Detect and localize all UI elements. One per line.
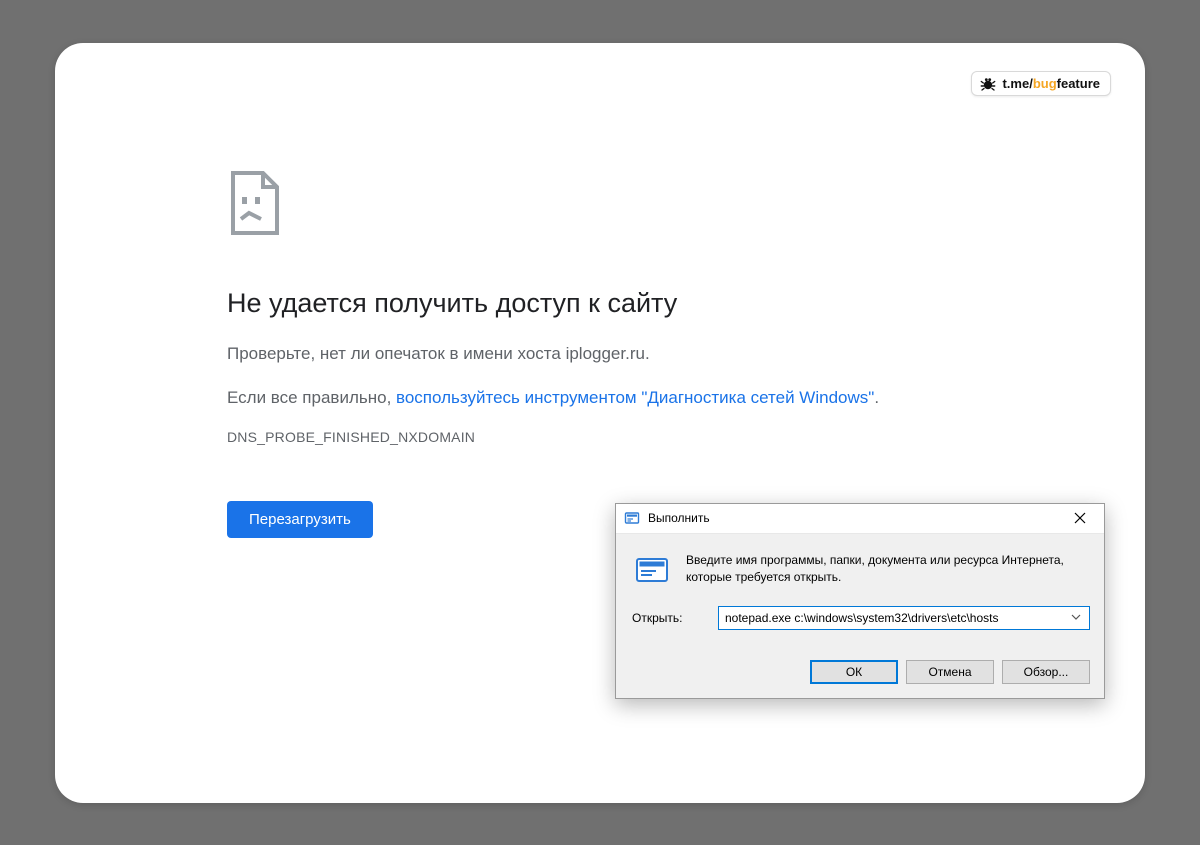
badge-text: t.me/bugfeature: [1002, 76, 1100, 91]
content-card: t.me/bugfeature Не удается получить дост…: [55, 43, 1145, 803]
run-command-combobox[interactable]: [718, 606, 1090, 630]
ok-button[interactable]: ОК: [810, 660, 898, 684]
close-icon: [1074, 512, 1086, 524]
windows-diagnostics-link[interactable]: воспользуйтесь инструментом "Диагностика…: [396, 388, 874, 407]
error-diagnostic-line: Если все правильно, воспользуйтесь инстр…: [227, 385, 1027, 411]
chevron-down-icon[interactable]: [1067, 612, 1085, 623]
error-line2-prefix: Если все правильно,: [227, 388, 396, 407]
run-open-label: Открыть:: [632, 611, 704, 625]
run-description: Введите имя программы, папки, документа …: [686, 552, 1090, 588]
close-button[interactable]: [1060, 504, 1100, 532]
reload-button[interactable]: Перезагрузить: [227, 501, 373, 538]
sad-document-icon: [227, 171, 1027, 240]
run-app-icon: [632, 552, 672, 588]
error-hostname-hint: Проверьте, нет ли опечаток в имени хоста…: [227, 341, 1027, 367]
run-titlebar[interactable]: Выполнить: [616, 504, 1104, 534]
chrome-error-page: Не удается получить доступ к сайту Прове…: [227, 171, 1027, 539]
cancel-button[interactable]: Отмена: [906, 660, 994, 684]
browse-button[interactable]: Обзор...: [1002, 660, 1090, 684]
run-dialog: Выполнить Введите имя програм: [615, 503, 1105, 699]
channel-badge[interactable]: t.me/bugfeature: [971, 71, 1111, 96]
run-dialog-title: Выполнить: [648, 511, 710, 525]
error-line2-suffix: .: [874, 388, 879, 407]
error-title: Не удается получить доступ к сайту: [227, 288, 1027, 319]
bug-icon: [980, 76, 996, 92]
error-code: DNS_PROBE_FINISHED_NXDOMAIN: [227, 429, 1027, 445]
run-titlebar-icon: [624, 510, 640, 526]
run-command-input[interactable]: [725, 611, 1067, 625]
